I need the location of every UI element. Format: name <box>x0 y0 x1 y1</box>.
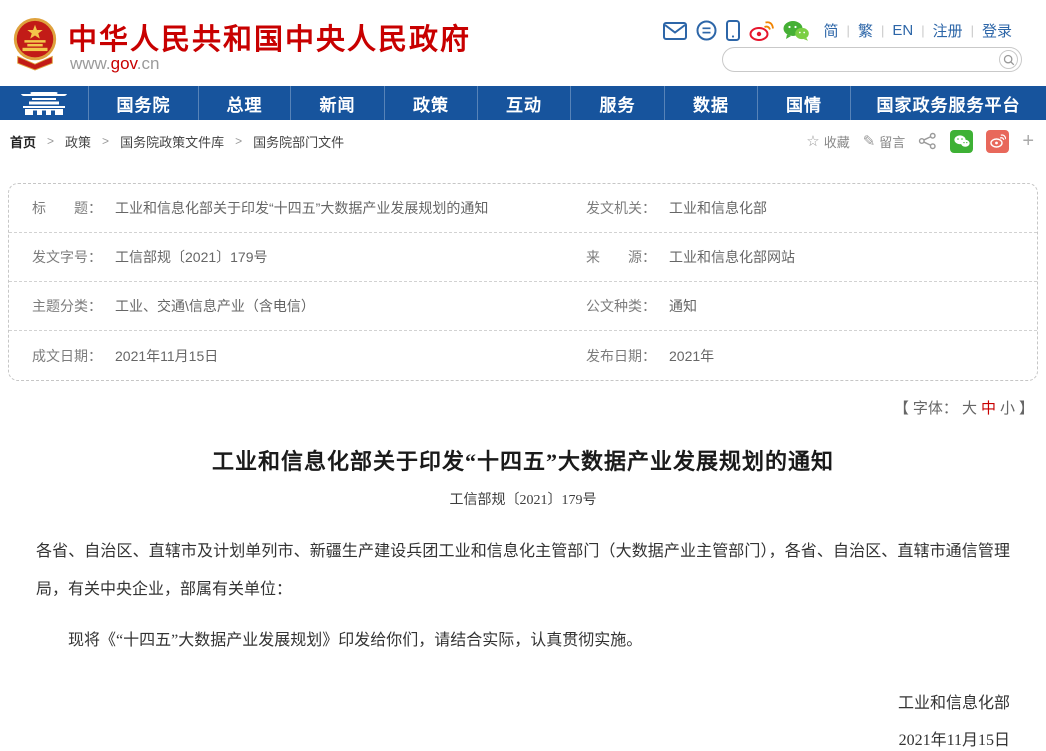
more-share-button[interactable]: + <box>1022 130 1034 153</box>
document-article: 工业和信息化部关于印发“十四五”大数据产业发展规划的通知 工信部规〔2021〕1… <box>0 444 1046 751</box>
pencil-icon: ✎ <box>863 132 876 150</box>
breadcrumb-policy[interactable]: 政策 <box>65 132 91 151</box>
search-box <box>722 47 1022 72</box>
search-icon <box>1003 54 1015 66</box>
weibo-share-button[interactable] <box>986 130 1009 153</box>
link-login[interactable]: 登录 <box>982 20 1012 41</box>
nav-item-interaction[interactable]: 互动 <box>477 86 570 120</box>
favorite-button[interactable]: ☆ 收藏 <box>806 132 849 151</box>
article-title: 工业和信息化部关于印发“十四五”大数据产业发展规划的通知 <box>60 444 986 476</box>
link-register[interactable]: 注册 <box>933 20 963 41</box>
link-traditional-chinese[interactable]: 繁 <box>858 20 873 41</box>
star-icon: ☆ <box>806 132 819 150</box>
meta-publish-date: 发布日期： 2021年 <box>566 346 1037 366</box>
header-utilities: 简 | 繁 | EN | 注册 | 登录 <box>663 20 1012 41</box>
document-metadata-table: 标 题： 工业和信息化部关于印发“十四五”大数据产业发展规划的通知 发文机关： … <box>8 183 1038 381</box>
language-account-links: 简 | 繁 | EN | 注册 | 登录 <box>824 20 1012 41</box>
nav-item-services[interactable]: 服务 <box>570 86 664 120</box>
meta-written-date: 成文日期： 2021年11月15日 <box>9 346 566 366</box>
meta-row: 标 题： 工业和信息化部关于印发“十四五”大数据产业发展规划的通知 发文机关： … <box>9 184 1037 233</box>
site-url: www.gov.cn <box>70 54 159 74</box>
mobile-icon[interactable] <box>726 20 740 41</box>
breadcrumb-row: 首页 > 政策 > 国务院政策文件库 > 国务院部门文件 ☆ 收藏 ✎ 留言 + <box>0 120 1046 162</box>
link-english[interactable]: EN <box>892 22 913 39</box>
wechat-share-button[interactable] <box>950 130 973 153</box>
weibo-icon <box>990 134 1006 148</box>
nav-item-data[interactable]: 数据 <box>664 86 757 120</box>
nav-item-national-conditions[interactable]: 国情 <box>757 86 850 120</box>
meta-document-number: 发文字号： 工信部规〔2021〕179号 <box>9 247 566 267</box>
share-button[interactable] <box>918 132 937 150</box>
meta-source: 来 源： 工业和信息化部网站 <box>566 247 1037 267</box>
nav-item-premier[interactable]: 总理 <box>198 86 290 120</box>
meta-document-type: 公文种类： 通知 <box>566 296 1037 316</box>
link-simplified-chinese[interactable]: 简 <box>824 20 839 41</box>
weibo-icon[interactable] <box>749 20 774 41</box>
font-size-large[interactable]: 大 <box>962 400 977 417</box>
national-emblem-logo <box>10 15 60 71</box>
meta-topic-category: 主题分类： 工业、交通\信息产业（含电信） <box>9 296 566 316</box>
main-navigation: 国务院 总理 新闻 政策 互动 服务 数据 国情 国家政务服务平台 <box>0 86 1046 120</box>
font-size-small[interactable]: 小 <box>1000 400 1015 417</box>
page-actions: ☆ 收藏 ✎ 留言 + <box>806 130 1034 153</box>
meta-issuing-agency: 发文机关： 工业和信息化部 <box>566 198 1037 218</box>
wechat-icon <box>954 135 970 148</box>
article-document-number: 工信部规〔2021〕179号 <box>0 489 1046 509</box>
nav-item-gov-service-platform[interactable]: 国家政务服务平台 <box>850 86 1046 120</box>
font-size-bar: 【字体：大中小】 <box>0 397 1036 418</box>
search-button[interactable] <box>999 50 1018 69</box>
comment-button[interactable]: ✎ 留言 <box>863 132 906 151</box>
article-paragraph-body: 现将《“十四五”大数据产业发展规划》印发给你们，请结合实际，认真贯彻实施。 <box>36 622 1010 660</box>
meta-row: 发文字号： 工信部规〔2021〕179号 来 源： 工业和信息化部网站 <box>9 233 1037 282</box>
nav-item-news[interactable]: 新闻 <box>290 86 384 120</box>
breadcrumb-home[interactable]: 首页 <box>10 132 36 151</box>
search-input[interactable] <box>735 50 999 70</box>
meta-row: 成文日期： 2021年11月15日 发布日期： 2021年 <box>9 331 1037 380</box>
home-building-icon[interactable] <box>0 86 88 120</box>
meta-title: 标 题： 工业和信息化部关于印发“十四五”大数据产业发展规划的通知 <box>9 198 566 218</box>
breadcrumb: 首页 > 政策 > 国务院政策文件库 > 国务院部门文件 <box>10 132 344 151</box>
site-header: 中华人民共和国中央人民政府 www.gov.cn 简 | 繁 | EN | 注册… <box>0 0 1046 86</box>
share-icon <box>918 132 937 150</box>
article-paragraph-recipients: 各省、自治区、直辖市及计划单列市、新疆生产建设兵团工业和信息化主管部门（大数据产… <box>36 533 1010 609</box>
nav-item-state-council[interactable]: 国务院 <box>88 86 198 120</box>
wechat-icon[interactable] <box>783 20 809 41</box>
font-size-medium[interactable]: 中 <box>981 400 996 417</box>
message-icon[interactable] <box>696 20 717 41</box>
article-signer: 工业和信息化部 <box>0 689 1010 713</box>
meta-row: 主题分类： 工业、交通\信息产业（含电信） 公文种类： 通知 <box>9 282 1037 331</box>
article-sign-date: 2021年11月15日 <box>0 726 1010 750</box>
site-title: 中华人民共和国中央人民政府 <box>68 16 471 58</box>
mail-icon[interactable] <box>663 22 687 40</box>
breadcrumb-policy-library[interactable]: 国务院政策文件库 <box>120 132 224 151</box>
breadcrumb-department-documents[interactable]: 国务院部门文件 <box>253 132 344 151</box>
nav-item-policy[interactable]: 政策 <box>384 86 477 120</box>
